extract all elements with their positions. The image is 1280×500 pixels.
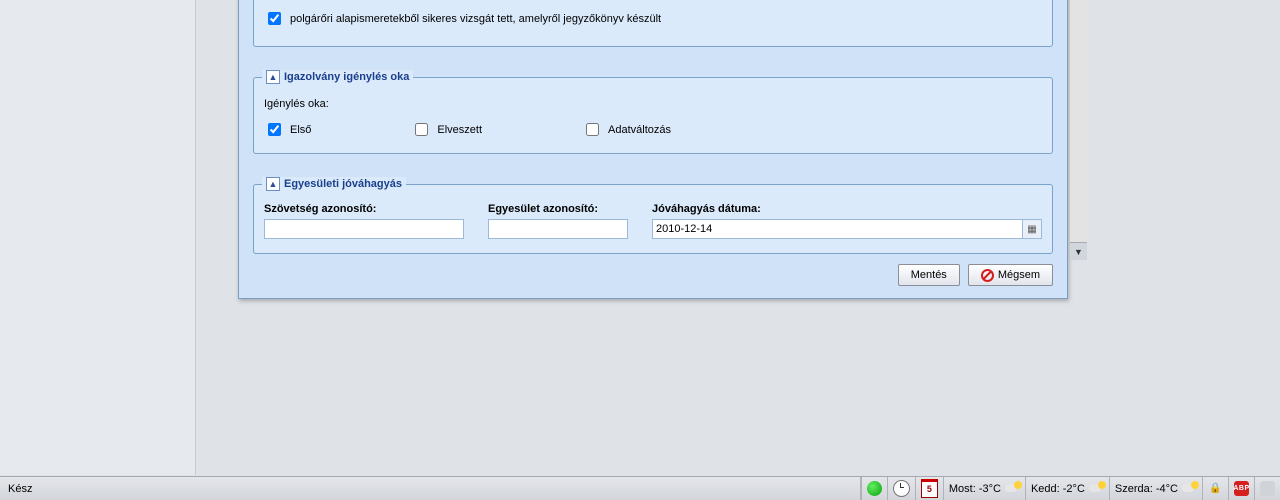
weather-wed-text: Szerda: -4°C [1115, 483, 1178, 495]
approval-date-input[interactable] [652, 219, 1023, 239]
federation-input[interactable] [264, 219, 464, 239]
tray-weather-wed[interactable]: Szerda: -4°C [1109, 477, 1202, 500]
form-dialog: polgárőri alapismeretekből sikeres vizsg… [238, 0, 1068, 299]
network-icon [1260, 481, 1275, 496]
reason-data-change-label: Adatváltozás [608, 124, 671, 136]
reason-lost-label: Elveszett [437, 124, 482, 136]
reason-options: Első Elveszett Adatváltozás [264, 120, 1042, 139]
reason-title: Igazolvány igénylés oka [284, 71, 409, 83]
reason-lost-checkbox[interactable] [415, 123, 428, 136]
reason-legend: Igazolvány igénylés oka [262, 70, 413, 84]
exam-passed-checkbox[interactable] [268, 12, 281, 25]
club-input[interactable] [488, 219, 628, 239]
weather-now-text: Most: -3°C [949, 483, 1001, 495]
sidebar-panel [0, 0, 196, 475]
lock-icon: 🔒 [1208, 481, 1223, 496]
date-field: ▦ [652, 219, 1042, 239]
tray-weather-tue[interactable]: Kedd: -2°C [1025, 477, 1109, 500]
weather-icon [1005, 481, 1020, 496]
weather-icon [1182, 481, 1197, 496]
club-label: Egyesület azonosító: [488, 203, 628, 215]
federation-label: Szövetség azonosító: [264, 203, 464, 215]
calendar-icon: 5 [921, 479, 938, 498]
reason-lost[interactable]: Elveszett [411, 120, 482, 139]
system-tray: 5 Most: -3°C Kedd: -2°C Szerda: -4°C 🔒 A… [861, 477, 1280, 500]
statusbar: Kész 5 Most: -3°C Kedd: -2°C Szerda: -4°… [0, 476, 1280, 500]
tray-abp[interactable]: ABP [1228, 477, 1254, 500]
exam-passed-label: polgárőri alapismeretekből sikeres vizsg… [290, 13, 661, 25]
tray-lock[interactable]: 🔒 [1202, 477, 1228, 500]
club-col: Egyesület azonosító: [488, 203, 628, 239]
collapse-icon[interactable] [266, 177, 280, 191]
reason-data-change-checkbox[interactable] [586, 123, 599, 136]
exam-passed-row: polgárőri alapismeretekből sikeres vizsg… [264, 9, 1042, 28]
cancel-button[interactable]: Mégsem [968, 264, 1053, 286]
date-label: Jóváhagyás dátuma: [652, 203, 1042, 215]
calendar-icon: ▦ [1027, 224, 1036, 235]
status-text: Kész [0, 477, 861, 500]
reason-first[interactable]: Első [264, 120, 311, 139]
scroll-down-button[interactable]: ▼ [1070, 242, 1087, 260]
approval-title: Egyesületi jóváhagyás [284, 178, 402, 190]
vertical-scrollbar[interactable]: ▼ [1069, 0, 1087, 260]
fieldset-reason: Igazolvány igénylés oka Igénylés oka: El… [253, 77, 1053, 154]
tray-online-indicator[interactable] [861, 477, 887, 500]
tray-calendar[interactable]: 5 [915, 477, 943, 500]
reason-prompt: Igénylés oka: [264, 98, 1042, 110]
fieldset-approval: Egyesületi jóváhagyás Szövetség azonosít… [253, 184, 1053, 254]
approval-grid: Szövetség azonosító: Egyesület azonosító… [264, 203, 1042, 239]
cancel-icon [981, 269, 994, 282]
fieldset-prerequisites: polgárőri alapismeretekből sikeres vizsg… [253, 0, 1053, 47]
federation-col: Szövetség azonosító: [264, 203, 464, 239]
save-button[interactable]: Mentés [898, 264, 960, 286]
abp-icon: ABP [1234, 481, 1249, 496]
calendar-picker-button[interactable]: ▦ [1023, 219, 1042, 239]
weather-tue-text: Kedd: -2°C [1031, 483, 1085, 495]
weather-icon [1089, 481, 1104, 496]
tray-weather-now[interactable]: Most: -3°C [943, 477, 1025, 500]
collapse-icon[interactable] [266, 70, 280, 84]
approval-legend: Egyesületi jóváhagyás [262, 177, 406, 191]
date-col: Jóváhagyás dátuma: ▦ [652, 203, 1042, 239]
tray-clock[interactable] [887, 477, 915, 500]
reason-first-checkbox[interactable] [268, 123, 281, 136]
clock-icon [893, 480, 910, 497]
reason-data-change[interactable]: Adatváltozás [582, 120, 671, 139]
reason-first-label: Első [290, 124, 311, 136]
dialog-actions: Mentés Mégsem [253, 264, 1053, 286]
cancel-button-label: Mégsem [998, 269, 1040, 281]
save-button-label: Mentés [911, 269, 947, 281]
green-dot-icon [867, 481, 882, 496]
tray-network[interactable] [1254, 477, 1280, 500]
